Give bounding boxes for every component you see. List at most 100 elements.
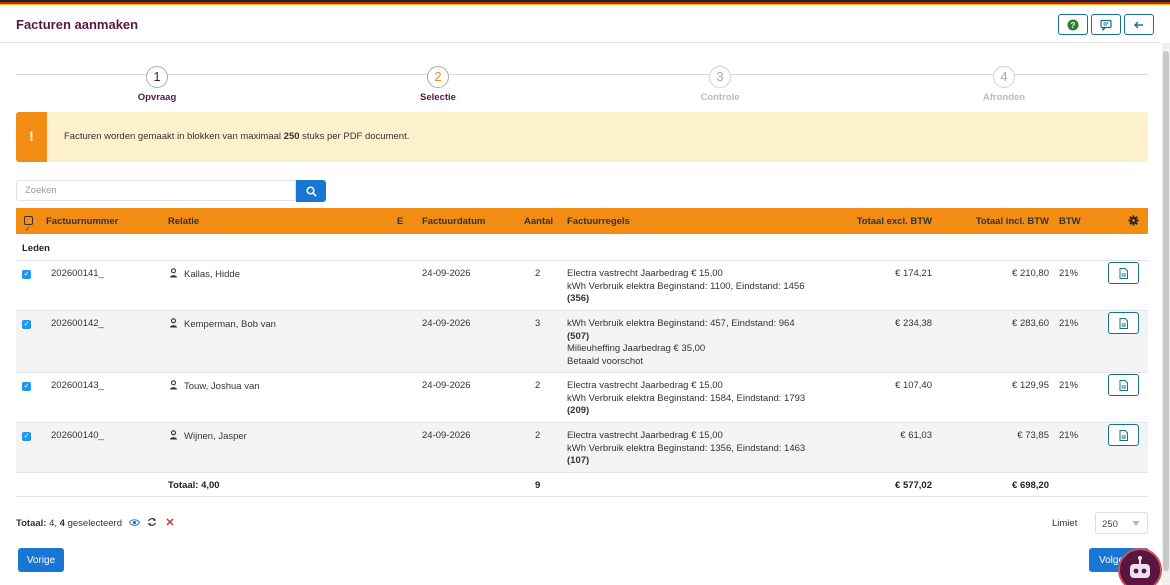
person-icon — [170, 318, 177, 328]
totals-row: Totaal: 4,00 9 € 577,02 € 698,20 — [16, 473, 1148, 497]
step-selectie[interactable]: 2 Selectie — [378, 66, 498, 103]
feedback-button[interactable] — [1091, 14, 1121, 35]
table-row[interactable]: ✓ 202600142_ Kemperman, Bob van 24-09-20… — [16, 311, 1148, 373]
back-button[interactable] — [1124, 14, 1154, 35]
cell-aantal: 2 — [535, 380, 541, 391]
col-factuurregels[interactable]: Factuurregels — [567, 216, 630, 227]
refresh-icon[interactable] — [147, 517, 157, 527]
document-icon — [1119, 379, 1128, 391]
person-icon — [170, 268, 177, 278]
cell-aantal: 2 — [535, 268, 541, 279]
row-checkbox[interactable]: ✓ — [22, 382, 31, 391]
cell-factuurregels: Electra vastrecht Jaarbedrag € 15,00 kWh… — [567, 268, 805, 304]
cell-factuurregels: Electra vastrecht Jaarbedrag € 15,00 kWh… — [567, 380, 806, 416]
help-icon: ? — [1067, 19, 1079, 30]
scrollbar[interactable] — [1162, 43, 1170, 585]
pdf-button[interactable] — [1108, 312, 1139, 334]
gear-icon[interactable] — [1128, 215, 1139, 226]
pdf-button[interactable] — [1108, 262, 1139, 284]
step-number: 3 — [709, 66, 731, 88]
select-all-checkbox[interactable]: ✓ — [24, 216, 33, 233]
cell-relatie[interactable]: Touw, Joshua van — [169, 380, 260, 392]
step-label: Selectie — [420, 92, 456, 103]
totals-incl: € 698,20 — [1012, 480, 1049, 491]
col-btw[interactable]: BTW — [1059, 216, 1081, 227]
row-checkbox[interactable]: ✓ — [22, 432, 31, 441]
person-icon — [170, 430, 177, 440]
col-e[interactable]: E — [397, 216, 403, 227]
step-controle: 3 Controle — [660, 66, 780, 103]
cell-relatie[interactable]: Wijnen, Jasper — [169, 430, 247, 442]
chevron-down-icon — [1132, 521, 1140, 526]
step-number: 2 — [427, 66, 449, 88]
cell-aantal: 3 — [535, 318, 541, 329]
document-icon — [1119, 267, 1128, 279]
help-button[interactable]: ? — [1058, 14, 1088, 35]
alert-text: Facturen worden gemaakt in blokken van m… — [64, 131, 410, 142]
arrow-left-icon — [1134, 21, 1143, 28]
cell-relatie[interactable]: Kemperman, Bob van — [169, 318, 276, 330]
row-checkbox[interactable]: ✓ — [22, 320, 31, 329]
comment-icon — [1100, 19, 1112, 31]
cell-excl: € 61,03 — [900, 430, 932, 441]
cell-btw: 21% — [1059, 380, 1079, 391]
cell-factuurdatum: 24-09-2026 — [422, 380, 471, 391]
cell-factuurdatum: 24-09-2026 — [422, 430, 471, 441]
pdf-button[interactable] — [1108, 374, 1139, 396]
cell-btw: 21% — [1059, 318, 1079, 329]
step-number: 1 — [146, 66, 168, 88]
col-factuurdatum[interactable]: Factuurdatum — [422, 216, 485, 227]
col-incl[interactable]: Totaal incl. BTW — [976, 216, 1049, 227]
chatbot-avatar[interactable] — [1118, 548, 1162, 585]
scrollbar-thumb[interactable] — [1163, 51, 1169, 571]
cell-factuurregels: kWh Verbruik elektra Beginstand: 457, Ei… — [567, 318, 795, 367]
step-label: Opvraag — [137, 92, 177, 103]
search-button[interactable] — [296, 180, 326, 202]
group-row: Leden — [16, 236, 1148, 261]
vorige-button[interactable]: Vorige — [18, 548, 64, 572]
eye-icon[interactable] — [128, 518, 140, 527]
col-aantal[interactable]: Aantal — [524, 216, 553, 227]
col-excl[interactable]: Totaal excl. BTW — [857, 216, 932, 227]
cell-aantal: 2 — [535, 430, 541, 441]
limiet-select[interactable]: 250 — [1095, 512, 1148, 534]
close-icon[interactable] — [166, 518, 174, 526]
cell-btw: 21% — [1059, 268, 1079, 279]
cell-relatie[interactable]: Kallas, Hidde — [169, 268, 240, 280]
cell-factuurnummer: 202600142_ — [51, 318, 104, 329]
pdf-button[interactable] — [1108, 424, 1139, 446]
step-label: Controle — [700, 92, 740, 103]
page-header: Facturen aanmaken ? — [0, 5, 1160, 43]
cell-factuurnummer: 202600141_ — [51, 268, 104, 279]
exclamation-icon: ! — [16, 112, 47, 162]
page-title: Facturen aanmaken — [16, 17, 139, 32]
info-alert: ! Facturen worden gemaakt in blokken van… — [16, 112, 1148, 162]
document-icon — [1119, 429, 1128, 441]
totals-aantal: 9 — [535, 480, 541, 491]
search-input[interactable]: Zoeken — [16, 180, 296, 201]
robot-icon — [1130, 556, 1150, 578]
document-icon — [1119, 317, 1128, 329]
table-row[interactable]: ✓ 202600140_ Wijnen, Jasper 24-09-2026 2… — [16, 423, 1148, 473]
col-factuurnummer[interactable]: Factuurnummer — [46, 216, 118, 227]
cell-factuurdatum: 24-09-2026 — [422, 318, 471, 329]
search-icon — [305, 185, 317, 197]
cell-factuurnummer: 202600140_ — [51, 430, 104, 441]
step-number: 4 — [993, 66, 1015, 88]
cell-incl: € 129,95 — [1012, 380, 1049, 391]
step-afronden: 4 Afronden — [944, 66, 1064, 103]
table-row[interactable]: ✓ 202600143_ Touw, Joshua van 24-09-2026… — [16, 373, 1148, 423]
col-relatie[interactable]: Relatie — [168, 216, 199, 227]
cell-incl: € 73,85 — [1017, 430, 1049, 441]
row-checkbox[interactable]: ✓ — [22, 270, 31, 279]
step-opvraag[interactable]: 1 Opvraag — [97, 66, 217, 103]
cell-factuurnummer: 202600143_ — [51, 380, 104, 391]
cell-btw: 21% — [1059, 430, 1079, 441]
cell-factuurregels: Electra vastrecht Jaarbedrag € 15,00 kWh… — [567, 430, 806, 466]
cell-incl: € 210,80 — [1012, 268, 1049, 279]
totals-excl: € 577,02 — [895, 480, 932, 491]
svg-text:?: ? — [1071, 21, 1076, 30]
table-row[interactable]: ✓ 202600141_ Kallas, Hidde 24-09-2026 2 … — [16, 261, 1148, 311]
cell-excl: € 107,40 — [895, 380, 932, 391]
totals-label: Totaal: 4,00 — [168, 480, 220, 491]
